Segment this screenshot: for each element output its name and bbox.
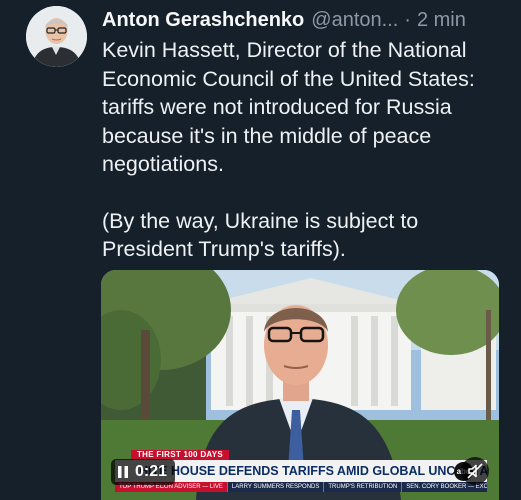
tweet-text: Kevin Hassett, Director of the National … [102,36,507,264]
author-avatar[interactable] [26,6,87,67]
speaker-muted-icon [467,463,483,479]
author-name[interactable]: Anton Gerashchenko [102,8,304,32]
ticker-item: TRUMP'S RETRIBUTION [324,482,403,492]
video-time: 0:21 [135,463,168,480]
ticker-item: LARRY SUMMERS RESPONDS [228,482,325,492]
video-playback-control[interactable]: 0:21 [111,459,176,485]
separator-dot: · [404,9,411,31]
tweet-paragraph: Kevin Hassett, Director of the National … [102,38,475,176]
author-handle[interactable]: @anton... [311,8,398,32]
tweet-paragraph: (By the way, Ukraine is subject to Presi… [102,208,419,262]
tweet-timestamp[interactable]: 2 min [417,8,466,32]
tweet-header: Anton Gerashchenko @anton... · 2 min [102,8,501,32]
tweet-video[interactable]: THE FIRST 100 DAYS HITE HOUSE DEFENDS TA… [101,270,499,500]
avatar-photo [26,6,87,67]
mute-button[interactable] [461,457,489,485]
pause-icon[interactable] [117,465,129,479]
